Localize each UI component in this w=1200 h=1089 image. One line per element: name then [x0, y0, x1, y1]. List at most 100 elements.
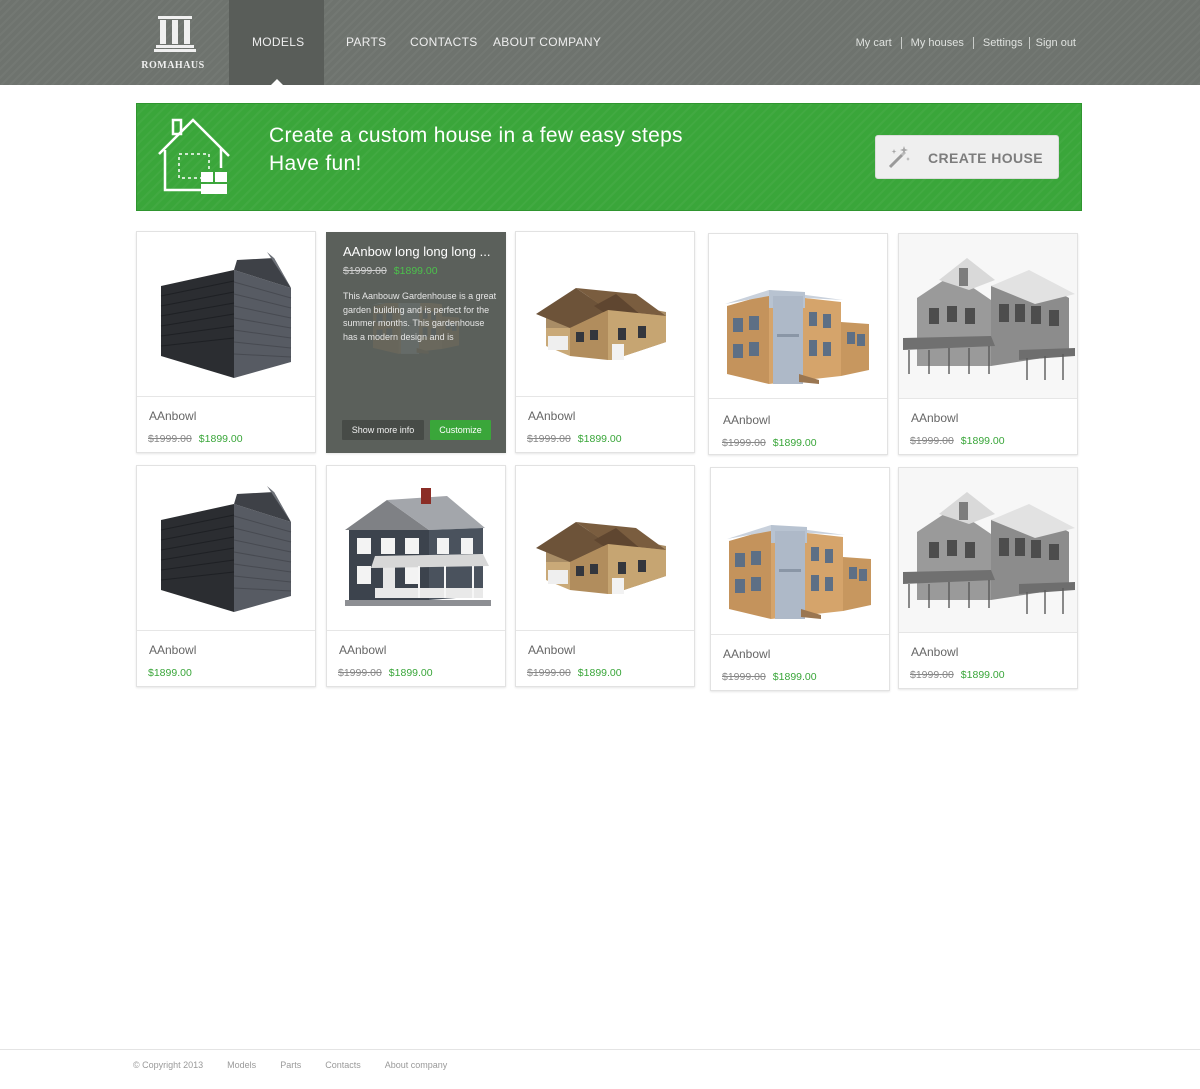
- top-header: ROMAHAUS MODELS PARTS CONTACTS ABOUT COM…: [0, 0, 1200, 85]
- house-render-image: [709, 234, 887, 399]
- product-prices: $1999.00 $1899.00: [722, 671, 817, 683]
- product-prices: $1999.00 $1899.00: [722, 437, 817, 449]
- product-card[interactable]: AAnbowl $1899.00: [136, 465, 316, 687]
- product-title: AAnbowl: [528, 409, 576, 423]
- footer-link-about-company[interactable]: About company: [385, 1060, 448, 1070]
- price: $1899.00: [772, 437, 817, 449]
- product-title: AAnbowl: [911, 411, 959, 425]
- product-card-hovered[interactable]: AAnbow long long long ... $1999.00 $1899.…: [326, 232, 506, 453]
- house-render-image: [137, 466, 315, 631]
- customize-button[interactable]: Customize: [430, 420, 491, 440]
- product-description: This Aanbouw Gardenhouse is a great gard…: [343, 291, 497, 342]
- footer-link-parts[interactable]: Parts: [280, 1060, 301, 1070]
- price: $1899.00: [960, 669, 1005, 681]
- house-render-image: [899, 468, 1077, 633]
- old-price: $1999.00: [527, 667, 571, 679]
- price: $1899.00: [393, 265, 438, 277]
- banner-subline: Have fun!: [269, 152, 362, 175]
- nav-about-company[interactable]: ABOUT COMPANY: [493, 35, 601, 49]
- divider: [972, 37, 974, 49]
- price: $1899.00: [198, 433, 243, 445]
- product-image: [327, 466, 505, 631]
- product-card[interactable]: AAnbowl $1999.00 $1899.00: [326, 465, 506, 687]
- product-image: [711, 468, 889, 635]
- product-card[interactable]: AAnbowl $1999.00 $1899.00: [898, 467, 1078, 689]
- product-title: AAnbow long long long ...: [343, 244, 491, 259]
- product-image: [137, 466, 315, 631]
- footer: © Copyright 2013 Models Parts Contacts A…: [133, 1060, 471, 1070]
- price: $1899.00: [577, 667, 622, 679]
- house-render-image: [899, 234, 1077, 399]
- copyright-text: © Copyright 2013: [133, 1060, 204, 1070]
- product-prices: $1999.00 $1899.00: [148, 433, 243, 445]
- product-title: AAnbowl: [339, 643, 387, 657]
- price: $1899.00: [772, 671, 817, 683]
- product-card[interactable]: AAnbowl $1999.00 $1899.00: [708, 233, 888, 455]
- product-card[interactable]: AAnbowl $1999.00 $1899.00: [898, 233, 1078, 455]
- romahaus-logo[interactable]: ROMAHAUS: [138, 14, 208, 72]
- price: $1899.00: [148, 667, 192, 679]
- house-icon: [158, 118, 230, 194]
- nav-active-arrow: [271, 79, 283, 85]
- old-price: $1999.00: [148, 433, 192, 445]
- product-prices: $1999.00 $1899.00: [910, 669, 1005, 681]
- product-image: [899, 468, 1077, 633]
- divider: [900, 37, 902, 49]
- magic-wand-icon: [888, 146, 910, 169]
- settings-link[interactable]: Settings: [983, 37, 1023, 49]
- old-price: $1999.00: [722, 671, 766, 683]
- old-price: $1999.00: [910, 435, 954, 447]
- house-render-image: [516, 466, 694, 631]
- product-image: [899, 234, 1077, 399]
- nav-parts[interactable]: PARTS: [346, 35, 386, 49]
- nav-contacts[interactable]: CONTACTS: [410, 35, 478, 49]
- old-price: $1999.00: [338, 667, 382, 679]
- price: $1899.00: [960, 435, 1005, 447]
- product-card[interactable]: AAnbowl $1999.00 $1899.00: [515, 465, 695, 687]
- logo-text: ROMAHAUS: [141, 60, 205, 71]
- sign-out-link[interactable]: Sign out: [1036, 37, 1076, 49]
- banner-headline: Create a custom house in a few easy step…: [269, 124, 683, 147]
- product-title: AAnbowl: [723, 647, 771, 661]
- create-house-banner: Create a custom house in a few easy step…: [136, 103, 1082, 211]
- house-render-image: [327, 466, 505, 631]
- product-image: [516, 466, 694, 631]
- old-price: $1999.00: [910, 669, 954, 681]
- house-render-image: [711, 468, 889, 635]
- product-title: AAnbowl: [528, 643, 576, 657]
- product-prices: $1999.00 $1899.00: [910, 435, 1005, 447]
- product-title: AAnbowl: [911, 645, 959, 659]
- product-prices: $1999.00 $1899.00: [527, 667, 622, 679]
- old-price: $1999.00: [527, 433, 571, 445]
- product-prices: $1999.00 $1899.00: [527, 433, 622, 445]
- product-prices: $1999.00 $1899.00: [343, 265, 438, 277]
- create-house-label: CREATE HOUSE: [928, 150, 1043, 166]
- price: $1899.00: [577, 433, 622, 445]
- create-house-button[interactable]: CREATE HOUSE: [875, 135, 1059, 179]
- my-cart-link[interactable]: My cart: [856, 37, 892, 49]
- footer-divider: [0, 1049, 1200, 1050]
- product-card[interactable]: AAnbowl $1999.00 $1899.00: [515, 231, 695, 453]
- product-card[interactable]: AAnbowl $1999.00 $1899.00: [136, 231, 316, 453]
- columns-logo-icon: [154, 16, 196, 52]
- footer-link-models[interactable]: Models: [227, 1060, 256, 1070]
- house-render-image: [137, 232, 315, 397]
- product-prices: $1999.00 $1899.00: [338, 667, 433, 679]
- my-houses-link[interactable]: My houses: [911, 37, 964, 49]
- product-card[interactable]: AAnbowl $1999.00 $1899.00: [710, 467, 890, 691]
- product-title: AAnbowl: [723, 413, 771, 427]
- old-price: $1999.00: [343, 265, 387, 277]
- product-title: AAnbowl: [149, 409, 197, 423]
- house-render-image: [516, 232, 694, 397]
- price: $1899.00: [388, 667, 433, 679]
- product-image: [516, 232, 694, 397]
- product-prices: $1899.00: [148, 667, 192, 679]
- footer-link-contacts[interactable]: Contacts: [325, 1060, 361, 1070]
- divider: [1028, 37, 1030, 49]
- product-image: [137, 232, 315, 397]
- show-more-info-button[interactable]: Show more info: [342, 420, 424, 440]
- user-links: My cart My houses Settings Sign out: [856, 37, 1076, 49]
- product-title: AAnbowl: [149, 643, 197, 657]
- nav-models[interactable]: MODELS: [252, 35, 304, 49]
- product-image: [709, 234, 887, 399]
